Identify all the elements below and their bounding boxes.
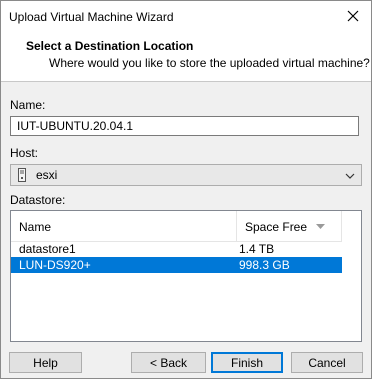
table-row[interactable]: datastore1 1.4 TB <box>11 241 342 257</box>
name-label: Name: <box>10 98 46 112</box>
close-icon <box>347 10 359 22</box>
wizard-header: Select a Destination Location Where woul… <box>1 31 371 82</box>
column-header-space-free-label: Space Free <box>245 220 308 234</box>
server-icon <box>17 168 27 185</box>
vm-name-input[interactable]: IUT-UBUNTU.20.04.1 <box>10 116 359 136</box>
back-button[interactable]: < Back <box>131 352 206 373</box>
cancel-button[interactable]: Cancel <box>291 352 363 373</box>
column-header-name[interactable]: Name <box>11 211 237 241</box>
page-title: Select a Destination Location <box>26 39 194 53</box>
datastore-space: 1.4 TB <box>239 242 275 256</box>
datastore-list[interactable]: Name Space Free datastore1 1.4 TB LUN-DS… <box>10 210 362 342</box>
host-value: esxi <box>36 168 58 182</box>
host-label: Host: <box>10 146 39 160</box>
datastore-name: LUN-DS920+ <box>19 258 91 272</box>
column-header-space-free[interactable]: Space Free <box>237 211 342 241</box>
page-subtitle: Where would you like to store the upload… <box>49 56 370 70</box>
close-button[interactable] <box>339 3 367 29</box>
datastore-name: datastore1 <box>19 242 76 256</box>
table-row-selected[interactable]: LUN-DS920+ 998.3 GB <box>11 257 342 273</box>
wizard-dialog: Upload Virtual Machine Wizard Select a D… <box>0 0 372 379</box>
datastore-space: 998.3 GB <box>239 258 290 272</box>
title-bar: Upload Virtual Machine Wizard <box>1 1 371 31</box>
sort-desc-icon <box>316 224 325 229</box>
chevron-down-icon[interactable] <box>345 169 355 183</box>
finish-button[interactable]: Finish <box>211 352 283 373</box>
datastore-label: Datastore: <box>10 193 66 207</box>
host-select[interactable]: esxi <box>10 164 362 186</box>
list-header: Name Space Free <box>11 211 342 242</box>
help-button[interactable]: Help <box>9 352 82 373</box>
window-title: Upload Virtual Machine Wizard <box>9 10 174 24</box>
